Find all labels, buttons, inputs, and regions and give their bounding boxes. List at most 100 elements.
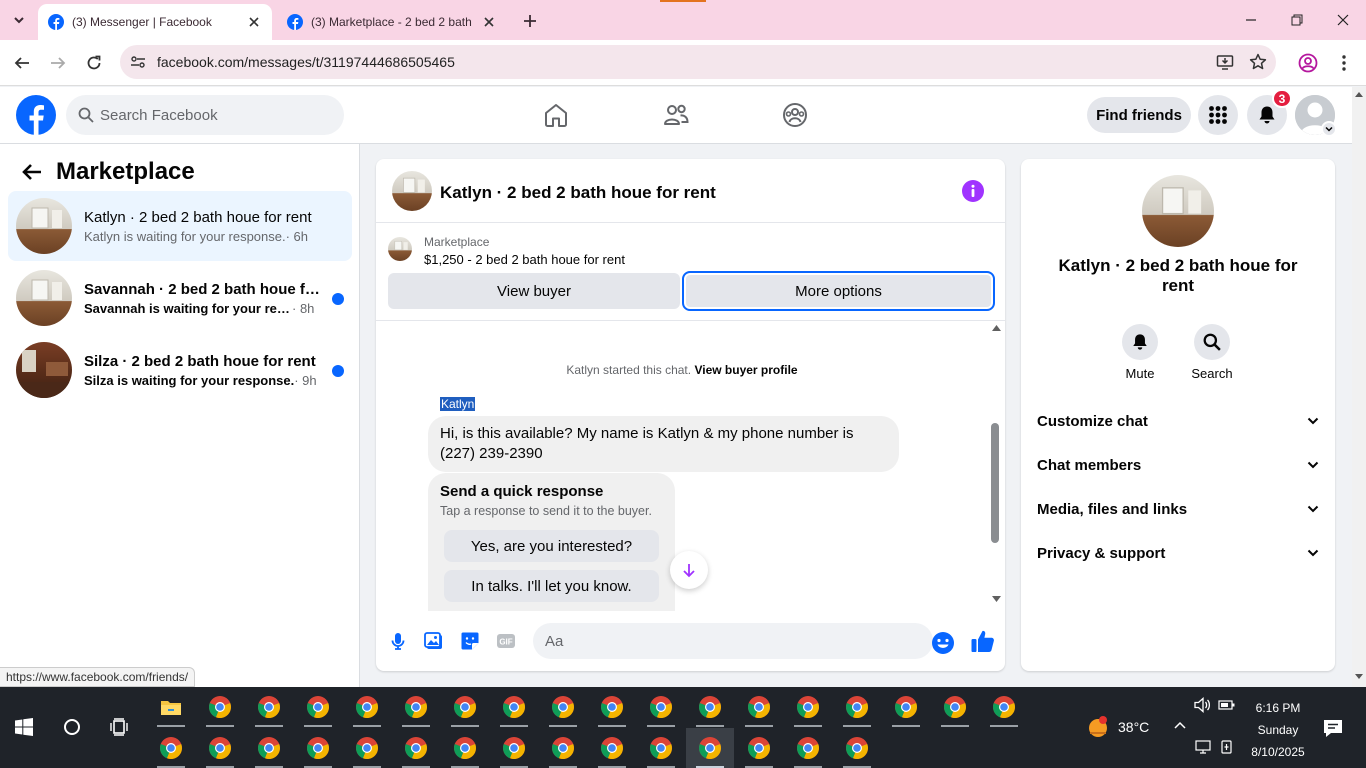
file-explorer-icon[interactable] xyxy=(147,687,195,727)
speaker-icon[interactable] xyxy=(1193,695,1213,715)
weather-widget[interactable]: 38°C xyxy=(1086,715,1149,739)
groups-icon[interactable] xyxy=(781,101,809,129)
menu-grid-icon[interactable] xyxy=(1198,95,1238,135)
chrome-taskbar-icon[interactable] xyxy=(441,728,489,768)
tab-search-chevron-icon[interactable] xyxy=(6,7,32,33)
facebook-search-box[interactable] xyxy=(66,95,344,135)
chrome-taskbar-icon[interactable] xyxy=(637,728,685,768)
back-arrow-icon[interactable] xyxy=(16,156,48,188)
chat-thumbnail[interactable] xyxy=(392,171,432,211)
view-buyer-button[interactable]: View buyer xyxy=(388,273,680,309)
chrome-taskbar-icon[interactable] xyxy=(882,687,930,727)
quick-reply-button[interactable]: In talks. I'll let you know. xyxy=(444,570,659,602)
mute-button[interactable]: Mute xyxy=(1110,324,1170,381)
new-tab-plus-icon[interactable] xyxy=(518,9,542,33)
close-tab-icon[interactable] xyxy=(481,14,497,30)
address-bar[interactable]: facebook.com/messages/t/3119744468650546… xyxy=(120,45,1276,79)
quick-reply-button[interactable]: Yes, are you interested? xyxy=(444,530,659,562)
view-buyer-profile-link[interactable]: View buyer profile xyxy=(694,363,797,377)
input-language-icon[interactable] xyxy=(1217,737,1237,757)
chrome-taskbar-icon[interactable] xyxy=(833,687,881,727)
chrome-taskbar-icon[interactable] xyxy=(686,687,734,727)
chrome-taskbar-icon[interactable] xyxy=(196,687,244,727)
chrome-taskbar-icon[interactable] xyxy=(490,687,538,727)
site-settings-icon[interactable] xyxy=(128,52,148,72)
chrome-taskbar-icon[interactable] xyxy=(931,687,979,727)
chrome-taskbar-icon[interactable] xyxy=(637,687,685,727)
section-media-files-links[interactable]: Media, files and links xyxy=(1029,489,1327,529)
microphone-icon[interactable] xyxy=(384,627,412,655)
forward-arrow-icon[interactable] xyxy=(44,49,72,77)
restore-window-icon[interactable] xyxy=(1274,6,1320,34)
chrome-taskbar-icon[interactable] xyxy=(245,687,293,727)
find-friends-button[interactable]: Find friends xyxy=(1087,97,1191,133)
chrome-taskbar-icon[interactable] xyxy=(980,687,1028,727)
chrome-taskbar-icon[interactable] xyxy=(147,728,195,768)
gif-icon[interactable]: GIF xyxy=(492,627,520,655)
chat-title[interactable]: Katlyn · 2 bed 2 bath houe for rent xyxy=(440,183,716,203)
home-icon[interactable] xyxy=(542,101,570,129)
chrome-taskbar-icon[interactable] xyxy=(833,728,881,768)
conversation-avatar[interactable] xyxy=(1142,175,1214,247)
search-conversation-button[interactable]: Search xyxy=(1182,324,1242,381)
profile-icon[interactable] xyxy=(1296,51,1320,75)
chrome-taskbar-icon[interactable] xyxy=(294,687,342,727)
chrome-taskbar-icon[interactable] xyxy=(784,687,832,727)
chrome-taskbar-icon[interactable] xyxy=(294,728,342,768)
chrome-taskbar-icon[interactable] xyxy=(490,728,538,768)
chrome-taskbar-icon[interactable] xyxy=(441,687,489,727)
close-window-icon[interactable] xyxy=(1320,6,1366,34)
system-clock[interactable]: 6:16 PM Sunday 8/10/2025 xyxy=(1246,697,1310,763)
scrollbar-thumb[interactable] xyxy=(991,423,999,543)
friends-icon[interactable] xyxy=(662,101,690,129)
network-icon[interactable] xyxy=(1193,737,1213,757)
show-hidden-icons-chevron-up-icon[interactable] xyxy=(1170,715,1190,735)
chrome-taskbar-icon-active[interactable] xyxy=(686,728,734,768)
thumbs-up-like-icon[interactable] xyxy=(970,628,996,654)
message-list[interactable]: Katlyn started this chat. View buyer pro… xyxy=(376,321,988,611)
photo-gallery-icon[interactable] xyxy=(420,627,448,655)
sticker-icon[interactable] xyxy=(456,627,484,655)
chrome-taskbar-icon[interactable] xyxy=(588,728,636,768)
chrome-taskbar-icon[interactable] xyxy=(588,687,636,727)
chrome-taskbar-icon[interactable] xyxy=(539,728,587,768)
chrome-taskbar-icon[interactable] xyxy=(735,728,783,768)
battery-icon[interactable] xyxy=(1217,695,1237,715)
scroll-to-bottom-arrow-icon[interactable] xyxy=(670,551,708,589)
chrome-taskbar-icon[interactable] xyxy=(539,687,587,727)
more-options-button[interactable]: More options xyxy=(682,271,995,311)
windows-start-icon[interactable] xyxy=(0,707,48,747)
browser-menu-icon[interactable] xyxy=(1332,51,1356,75)
minimize-window-icon[interactable] xyxy=(1228,6,1274,34)
chrome-taskbar-icon[interactable] xyxy=(343,687,391,727)
chrome-taskbar-icon[interactable] xyxy=(343,728,391,768)
facebook-logo-icon[interactable] xyxy=(16,95,56,135)
chrome-taskbar-icon[interactable] xyxy=(245,728,293,768)
chrome-taskbar-icon[interactable] xyxy=(392,687,440,727)
back-arrow-icon[interactable] xyxy=(8,49,36,77)
section-customize-chat[interactable]: Customize chat xyxy=(1029,401,1327,441)
section-privacy-support[interactable]: Privacy & support xyxy=(1029,533,1327,573)
task-view-icon[interactable] xyxy=(96,707,144,747)
tab-messenger[interactable]: (3) Messenger | Facebook xyxy=(38,4,272,40)
tab-marketplace[interactable]: (3) Marketplace - 2 bed 2 bath house xyxy=(277,4,507,40)
chrome-taskbar-icon[interactable] xyxy=(784,728,832,768)
chrome-taskbar-icon[interactable] xyxy=(735,687,783,727)
close-tab-icon[interactable] xyxy=(246,14,262,30)
cortana-search-icon[interactable] xyxy=(48,707,96,747)
action-center-notification-icon[interactable] xyxy=(1322,717,1344,739)
account-chevron-down-icon[interactable] xyxy=(1321,121,1337,137)
bookmark-star-icon[interactable] xyxy=(1248,52,1268,72)
search-input[interactable] xyxy=(100,106,320,124)
section-chat-members[interactable]: Chat members xyxy=(1029,445,1327,485)
info-icon[interactable] xyxy=(962,180,984,202)
chrome-taskbar-icon[interactable] xyxy=(196,728,244,768)
emoji-icon[interactable] xyxy=(931,631,955,655)
conversation-item-katlyn[interactable]: Katlyn · 2 bed 2 bath houe for rent Katl… xyxy=(8,191,352,261)
chrome-taskbar-icon[interactable] xyxy=(392,728,440,768)
message-input[interactable] xyxy=(533,623,933,659)
conversation-item-savannah[interactable]: Savannah · 2 bed 2 bath houe for rent Sa… xyxy=(8,263,352,333)
install-app-icon[interactable] xyxy=(1215,52,1235,72)
page-scrollbar[interactable] xyxy=(1352,87,1366,687)
reload-icon[interactable] xyxy=(80,49,108,77)
